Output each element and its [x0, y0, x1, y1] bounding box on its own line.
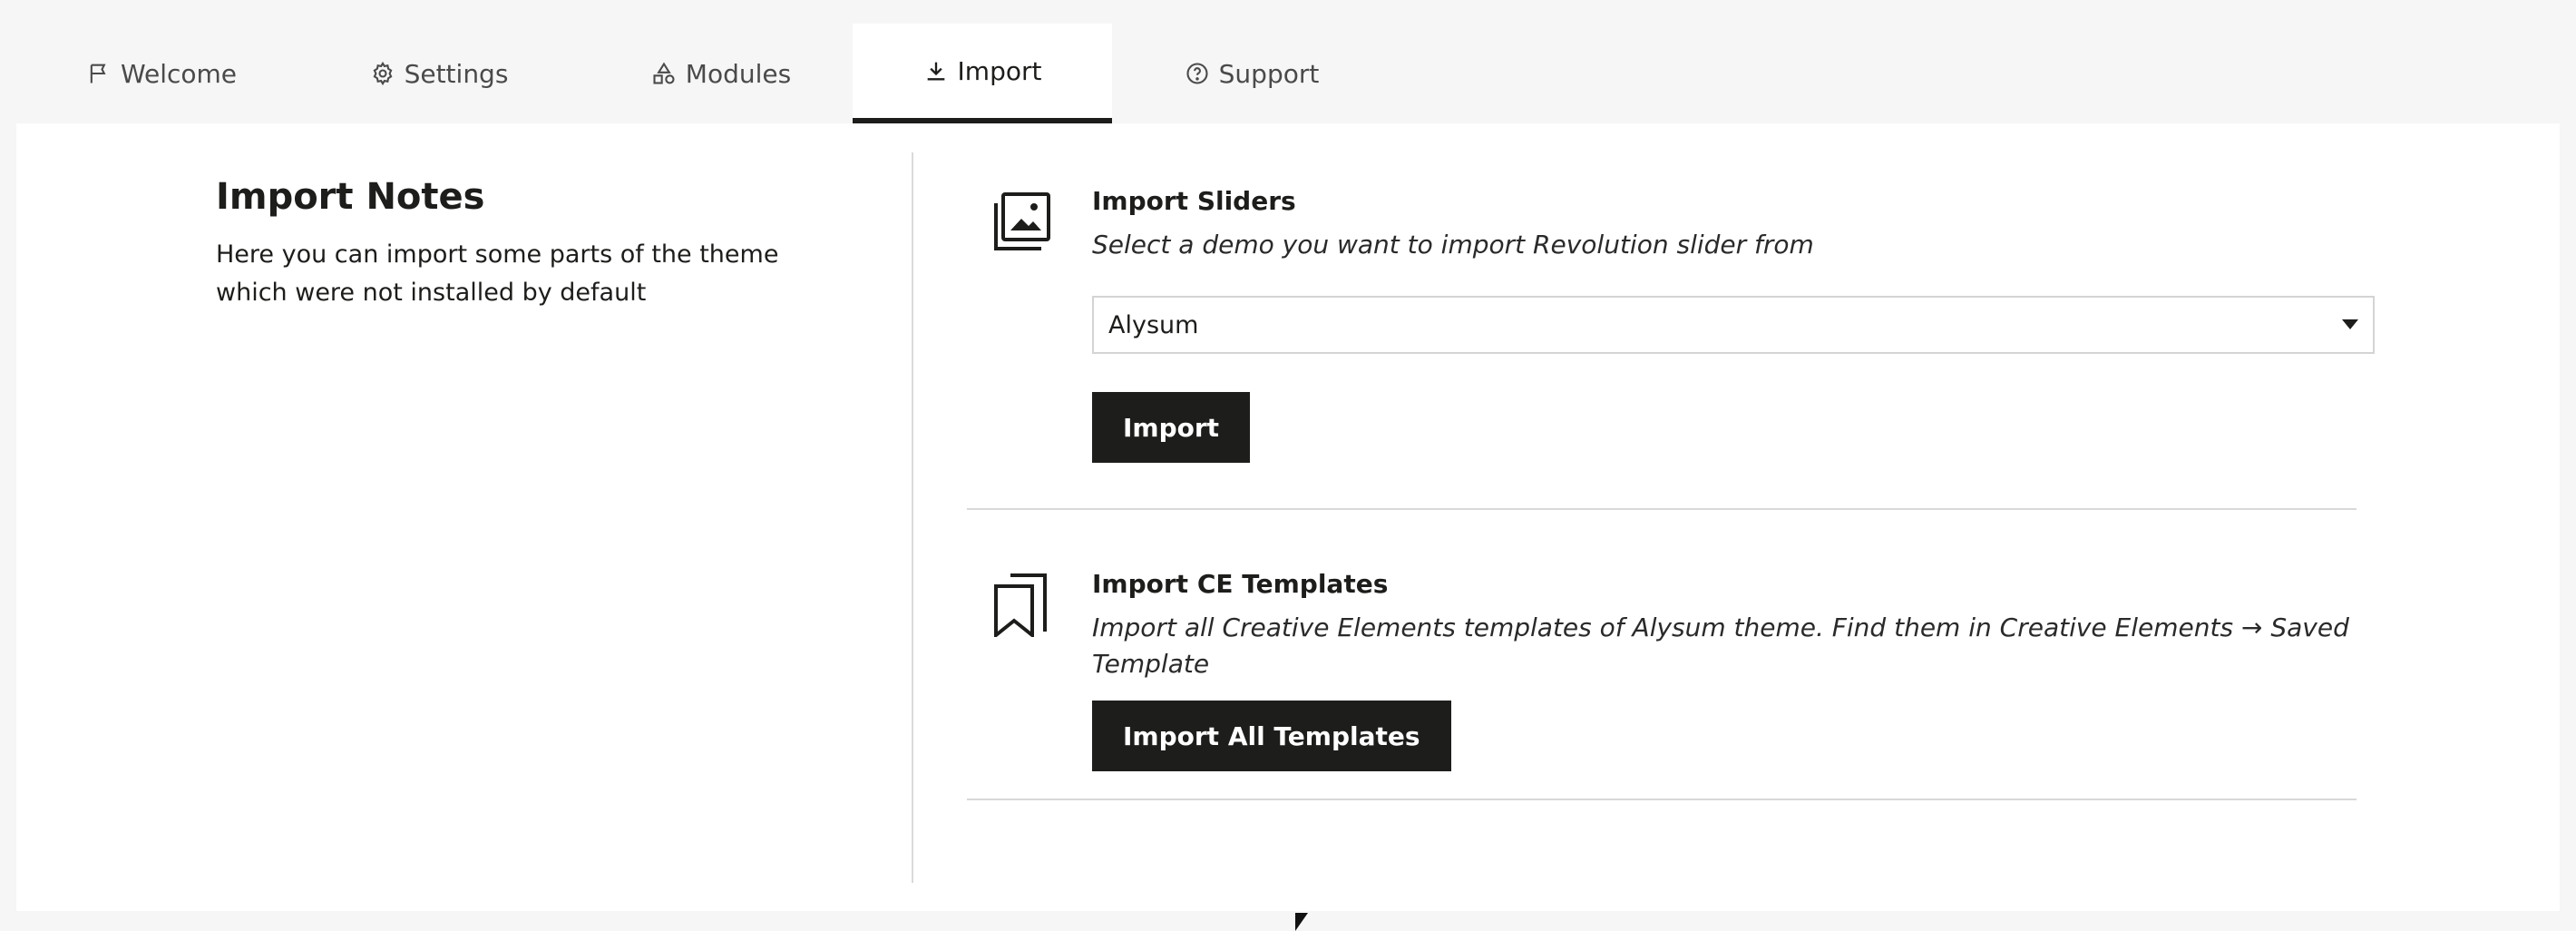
import-slider-button[interactable]: Import: [1092, 392, 1251, 463]
tab-import-label: Import: [957, 55, 1042, 86]
images-stack-icon: [987, 191, 1052, 256]
tab-support-label: Support: [1218, 58, 1320, 89]
bookmarks-icon: [987, 572, 1052, 640]
shapes-icon: [651, 61, 677, 86]
help-circle-icon: [1185, 61, 1210, 86]
templates-title: Import CE Templates: [1092, 569, 1389, 599]
import-panel: Import Notes Here you can import some pa…: [16, 123, 2560, 911]
download-icon: [923, 58, 949, 83]
gear-icon: [370, 61, 395, 86]
tab-welcome-label: Welcome: [120, 58, 238, 89]
demo-select-value: Alysum: [1108, 310, 1199, 339]
tab-modules-label: Modules: [685, 58, 792, 89]
import-all-templates-button[interactable]: Import All Templates: [1092, 701, 1451, 771]
demo-select[interactable]: Alysum: [1092, 296, 2375, 354]
notes-text: Here you can import some parts of the th…: [216, 240, 779, 307]
section-divider: [967, 508, 2356, 510]
tab-support[interactable]: Support: [1179, 24, 1324, 123]
import-notes: Import Notes Here you can import some pa…: [216, 174, 851, 312]
sliders-title: Import Sliders: [1092, 186, 1296, 216]
mouse-cursor-icon: [1295, 913, 1308, 931]
chevron-down-icon: [2342, 319, 2358, 329]
tab-modules[interactable]: Modules: [639, 24, 803, 123]
tab-welcome[interactable]: Welcome: [71, 24, 252, 123]
tab-settings[interactable]: Settings: [363, 24, 515, 123]
sliders-description: Select a demo you want to import Revolut…: [1092, 230, 1814, 260]
tab-settings-label: Settings: [404, 58, 509, 89]
templates-description: Import all Creative Elements templates o…: [1092, 612, 2349, 679]
section-divider: [967, 799, 2356, 800]
notes-title: Import Notes: [216, 176, 485, 218]
tab-import[interactable]: Import: [853, 24, 1112, 123]
flag-icon: [86, 61, 112, 86]
vertical-divider: [912, 152, 913, 883]
tab-bar: Welcome Settings Modules Import Support: [0, 0, 2576, 123]
